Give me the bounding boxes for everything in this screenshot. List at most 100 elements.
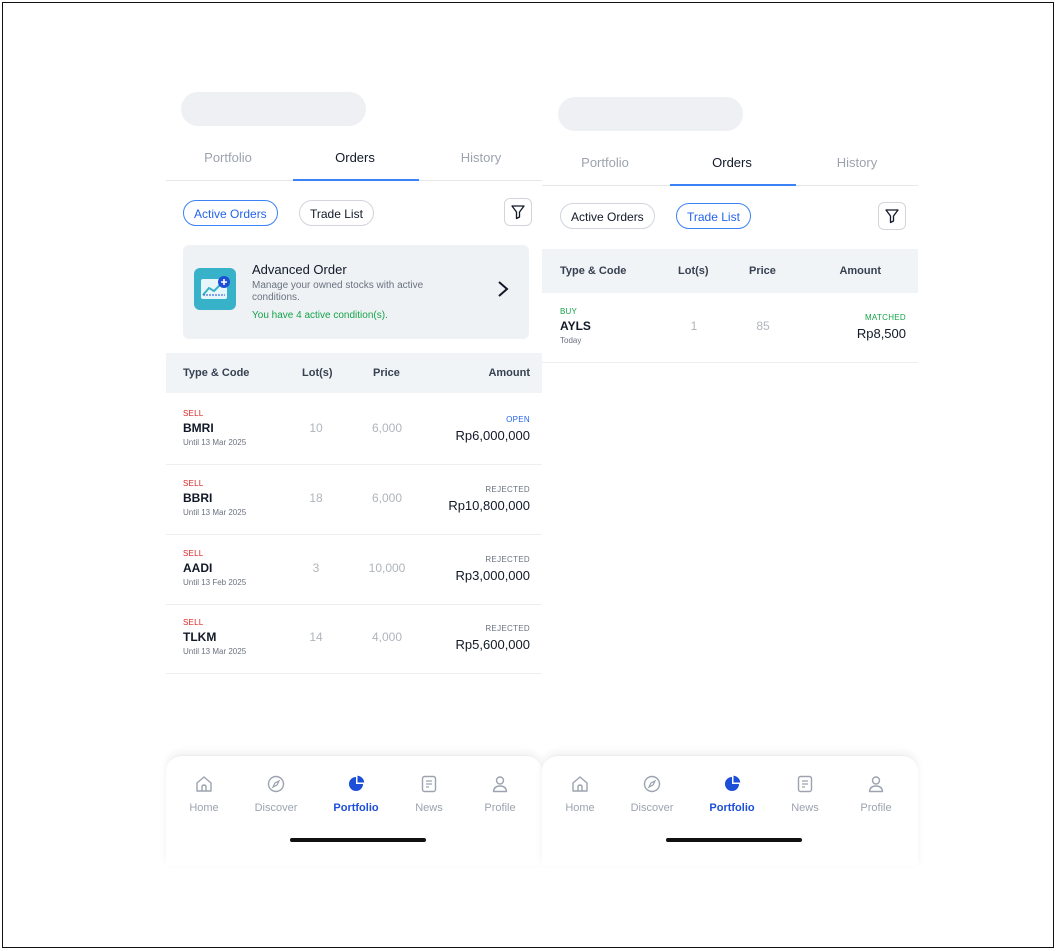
trades-table-header: Type & Code Lot(s) Price Amount xyxy=(542,249,918,293)
pie-chart-icon xyxy=(725,775,741,791)
status-badge: REJECTED xyxy=(485,555,530,564)
header-amount: Amount xyxy=(488,367,530,379)
advanced-order-card[interactable]: Advanced Order Manage your owned stocks … xyxy=(183,245,529,339)
nav-home[interactable]: Home xyxy=(174,774,234,814)
order-lots: 10 xyxy=(309,421,323,435)
news-icon xyxy=(421,775,437,793)
pie-chart-icon xyxy=(349,775,365,791)
nav-portfolio[interactable]: Portfolio xyxy=(702,774,762,814)
filter-icon xyxy=(511,205,525,220)
nav-news[interactable]: News xyxy=(399,774,459,814)
order-side: SELL xyxy=(183,479,204,488)
nav-home[interactable]: Home xyxy=(550,774,610,814)
trade-list-chip[interactable]: Trade List xyxy=(676,203,751,229)
nav-label-portfolio: Portfolio xyxy=(709,802,755,814)
nav-profile[interactable]: Profile xyxy=(470,774,530,814)
profile-icon xyxy=(492,776,508,793)
title-placeholder xyxy=(181,92,366,126)
header-type-code: Type & Code xyxy=(183,367,250,379)
nav-label-profile: Profile xyxy=(484,802,516,814)
order-side: BUY xyxy=(560,307,578,316)
header-price: Price xyxy=(373,367,400,379)
title-placeholder xyxy=(558,97,743,131)
table-row[interactable]: SELL AADI Until 13 Feb 2025 3 10,000 REJ… xyxy=(166,535,542,605)
filter-button[interactable] xyxy=(878,202,906,230)
nav-discover[interactable]: Discover xyxy=(622,774,682,814)
tab-orders[interactable]: Orders xyxy=(712,155,752,170)
order-side: SELL xyxy=(183,618,204,627)
trade-date: Today xyxy=(560,336,582,345)
stock-code: AADI xyxy=(183,561,213,575)
order-amount: Rp3,000,000 xyxy=(455,568,530,583)
nav-label-discover: Discover xyxy=(254,802,298,814)
profile-icon xyxy=(868,776,884,793)
advanced-order-description: Manage your owned stocks with active con… xyxy=(252,280,424,303)
header-lots: Lot(s) xyxy=(302,367,333,379)
trade-list-chip[interactable]: Trade List xyxy=(299,200,374,226)
tab-portfolio[interactable]: Portfolio xyxy=(581,155,629,170)
order-price: 6,000 xyxy=(371,491,403,505)
home-indicator xyxy=(666,838,802,842)
chart-plus-icon xyxy=(194,268,236,310)
order-price: 10,000 xyxy=(368,561,406,575)
header-lots: Lot(s) xyxy=(678,265,709,277)
nav-discover[interactable]: Discover xyxy=(246,774,306,814)
order-amount: Rp5,600,000 xyxy=(455,637,530,652)
nav-label-profile: Profile xyxy=(860,802,892,814)
table-row[interactable]: SELL BBRI Until 13 Mar 2025 18 6,000 REJ… xyxy=(166,465,542,535)
header-type-code: Type & Code xyxy=(560,265,627,277)
bottom-nav: Home Discover Portfolio News Profile xyxy=(542,755,918,866)
trade-lots: 1 xyxy=(690,319,698,333)
tab-portfolio[interactable]: Portfolio xyxy=(204,150,252,165)
compass-icon xyxy=(643,775,661,793)
stock-code: BMRI xyxy=(183,421,214,435)
advanced-order-active-count: You have 4 active condition(s). xyxy=(252,310,388,321)
canvas-frame: Portfolio Orders History Active Orders T… xyxy=(2,2,1054,948)
filter-icon xyxy=(885,209,899,224)
nav-label-discover: Discover xyxy=(630,802,674,814)
order-lots: 14 xyxy=(309,630,323,644)
status-badge: REJECTED xyxy=(485,485,530,494)
stock-code: TLKM xyxy=(183,630,217,644)
order-lots: 3 xyxy=(312,561,320,575)
order-amount: Rp6,000,000 xyxy=(455,428,530,443)
top-tabs: Portfolio Orders History xyxy=(542,143,918,186)
nav-portfolio[interactable]: Portfolio xyxy=(326,774,386,814)
table-row[interactable]: SELL TLKM Until 13 Mar 2025 14 4,000 REJ… xyxy=(166,604,542,674)
status-badge: MATCHED xyxy=(864,313,906,322)
filter-button[interactable] xyxy=(504,198,532,226)
table-row[interactable]: BUY AYLS Today 1 85 MATCHED Rp8,500 xyxy=(542,293,918,363)
orders-table-header: Type & Code Lot(s) Price Amount xyxy=(166,353,542,393)
status-badge: OPEN xyxy=(506,415,530,424)
nav-label-home: Home xyxy=(189,802,219,814)
trade-amount: Rp8,500 xyxy=(856,326,906,341)
order-expiry: Until 13 Mar 2025 xyxy=(183,508,247,517)
order-expiry: Until 13 Mar 2025 xyxy=(183,647,247,656)
active-orders-chip[interactable]: Active Orders xyxy=(560,203,655,229)
order-side: SELL xyxy=(183,409,204,418)
tab-history[interactable]: History xyxy=(837,155,877,170)
nav-news[interactable]: News xyxy=(775,774,835,814)
tab-orders[interactable]: Orders xyxy=(335,150,375,165)
chevron-right-icon xyxy=(497,280,509,304)
advanced-order-title: Advanced Order xyxy=(252,262,347,277)
order-side: SELL xyxy=(183,549,204,558)
active-orders-chip[interactable]: Active Orders xyxy=(183,200,278,226)
nav-label-news: News xyxy=(791,802,819,814)
status-badge: REJECTED xyxy=(485,624,530,633)
active-tab-indicator xyxy=(293,179,419,181)
active-tab-indicator xyxy=(670,184,796,186)
order-price: 4,000 xyxy=(371,630,403,644)
order-amount: Rp10,800,000 xyxy=(448,498,530,513)
trade-price: 85 xyxy=(756,319,770,333)
home-icon xyxy=(196,776,212,792)
nav-label-portfolio: Portfolio xyxy=(333,802,379,814)
stock-code: BBRI xyxy=(183,491,213,505)
nav-label-news: News xyxy=(415,802,443,814)
tab-history[interactable]: History xyxy=(461,150,501,165)
order-lots: 18 xyxy=(309,491,323,505)
nav-profile[interactable]: Profile xyxy=(846,774,906,814)
news-icon xyxy=(797,775,813,793)
header-price: Price xyxy=(749,265,776,277)
table-row[interactable]: SELL BMRI Until 13 Mar 2025 10 6,000 OPE… xyxy=(166,395,542,465)
